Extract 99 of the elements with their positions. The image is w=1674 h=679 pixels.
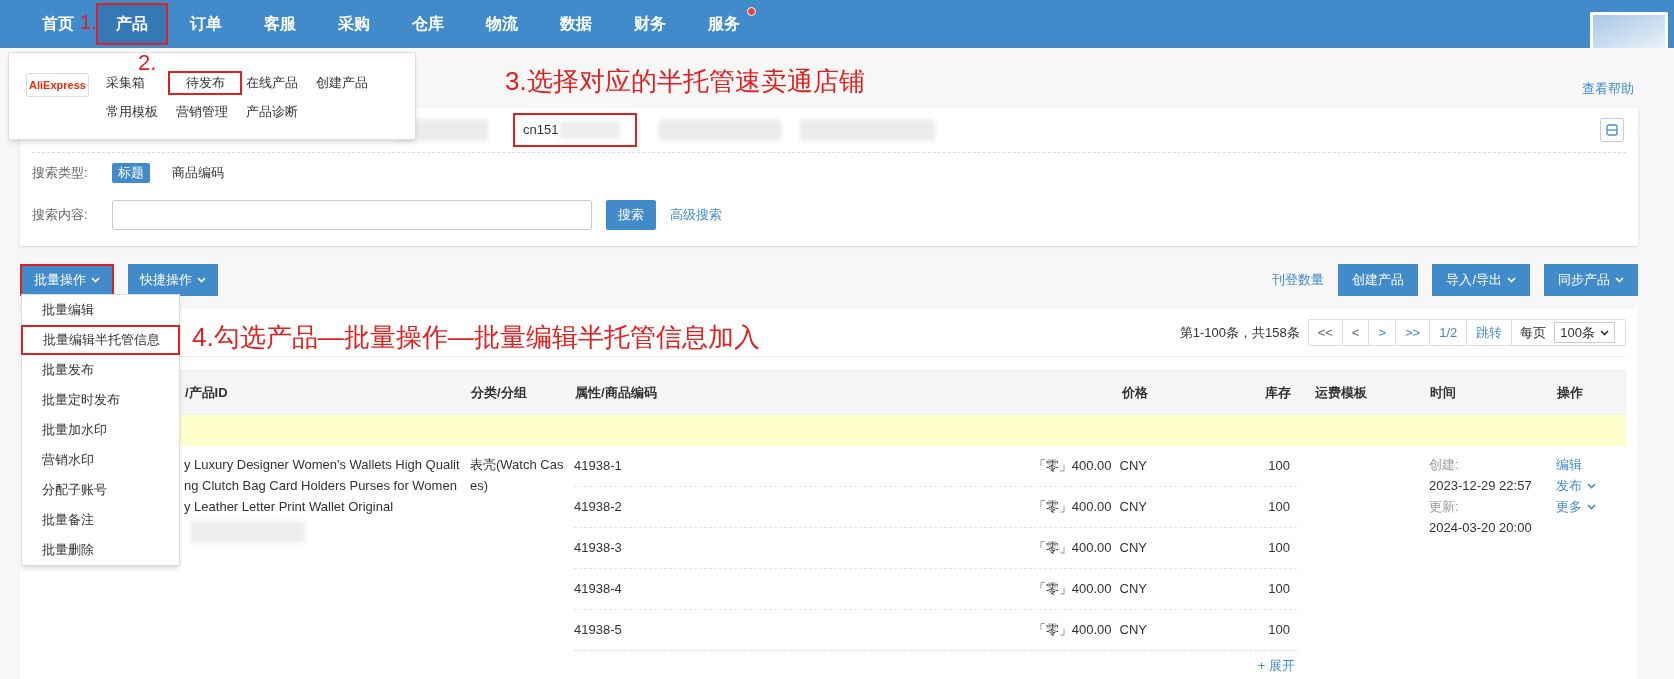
- menu-link[interactable]: 待发布: [170, 73, 240, 93]
- menu-item[interactable]: 批量备注: [22, 505, 179, 535]
- stock-value: 100: [1267, 498, 1291, 517]
- dropdown-button[interactable]: 同步产品: [1544, 264, 1638, 296]
- updated-label: 更新:: [1429, 498, 1460, 516]
- dropdown-button[interactable]: 批量操作: [20, 264, 114, 296]
- column-header: 分类/分组: [471, 383, 528, 402]
- search-type-label: 搜索类型:: [32, 164, 89, 183]
- variant-code: 41938-2: [574, 498, 623, 517]
- menu-item[interactable]: 批量编辑: [22, 295, 179, 325]
- menu-item[interactable]: 批量加水印: [22, 415, 179, 445]
- variant-code: 41938-4: [574, 580, 623, 599]
- product-title-line: ng Clutch Bag Card Holders Purses for Women: [184, 477, 458, 495]
- caret-icon: [91, 277, 100, 283]
- search-type-option[interactable]: 标题: [112, 163, 150, 183]
- search-field[interactable]: [112, 199, 592, 230]
- pagination-button[interactable]: >>: [1396, 320, 1431, 345]
- menu-item[interactable]: 分配子账号: [22, 475, 179, 505]
- search-content-label: 搜索内容:: [32, 205, 89, 224]
- nav-tab[interactable]: 首页: [36, 5, 80, 43]
- pagination-button[interactable]: >: [1369, 320, 1397, 345]
- column-header: 库存: [1264, 383, 1292, 402]
- price-value: 「零」400.00: [1032, 498, 1112, 517]
- dropdown-button[interactable]: 快捷操作: [128, 264, 218, 296]
- nav-tab[interactable]: 订单: [184, 5, 228, 43]
- annotation-text: 3.选择对应的半托管速卖通店铺: [505, 66, 865, 98]
- menu-link[interactable]: 产品诊断: [240, 102, 310, 122]
- column-header: 价格: [1120, 383, 1149, 402]
- currency-label: CNY: [1119, 539, 1147, 558]
- stock-value: 100: [1267, 580, 1291, 599]
- variant-code: 41938-3: [574, 539, 623, 558]
- column-header: 运费模板: [1314, 383, 1368, 402]
- pagination-button[interactable]: <<: [1308, 320, 1343, 345]
- nav-tab[interactable]: 仓库: [406, 5, 450, 43]
- nav-tab[interactable]: 采购: [332, 5, 376, 43]
- nav-tab[interactable]: 客服: [258, 5, 302, 43]
- collapse-button[interactable]: [1600, 118, 1624, 142]
- caret-icon: [197, 277, 206, 283]
- dropdown-button[interactable]: 导入/导出: [1432, 264, 1530, 296]
- advanced-search-link[interactable]: 高级搜索: [670, 204, 722, 225]
- stock-value: 100: [1267, 539, 1291, 558]
- nav-tab[interactable]: 服务: [702, 5, 746, 43]
- price-value: 「零」400.00: [1032, 621, 1112, 640]
- stock-value: 100: [1267, 621, 1291, 640]
- expand-link[interactable]: + 展开: [1257, 656, 1295, 676]
- category-cell-text: 表壳(Watch Cases): [470, 456, 565, 495]
- created-time: 2023-12-29 22:57: [1429, 477, 1533, 495]
- nav-tab[interactable]: 物流: [480, 5, 524, 43]
- menu-item[interactable]: 批量发布: [22, 355, 179, 385]
- pagination-button[interactable]: 跳转: [1467, 320, 1513, 345]
- annotation-text: 1.: [80, 10, 97, 34]
- create-product-button[interactable]: 创建产品: [1338, 264, 1419, 296]
- menu-link[interactable]: 营销管理: [170, 102, 240, 122]
- menu-item[interactable]: 营销水印: [22, 445, 179, 475]
- brand-logo: AliExpress: [26, 73, 89, 97]
- nav-tab[interactable]: 数据: [554, 5, 598, 43]
- column-header: 操作: [1557, 383, 1584, 402]
- menu-item[interactable]: 批量编辑半托管信息: [21, 325, 180, 355]
- menu-link[interactable]: 在线产品: [240, 73, 310, 93]
- menu-item[interactable]: 批量删除: [22, 535, 179, 565]
- caret-icon: [1600, 329, 1609, 336]
- variant-code: 41938-1: [574, 457, 623, 476]
- listing-count-link[interactable]: 刊登数量: [1272, 270, 1325, 290]
- nav-tab[interactable]: 产品: [98, 5, 166, 43]
- menu-link[interactable]: 创建产品: [310, 73, 380, 93]
- currency-label: CNY: [1119, 580, 1147, 599]
- price-value: 「零」400.00: [1032, 539, 1112, 558]
- variant-code: 41938-5: [574, 621, 623, 640]
- price-value: 「零」400.00: [1032, 580, 1112, 599]
- stock-value: 100: [1267, 457, 1291, 476]
- dropdown-link[interactable]: 发布: [1556, 475, 1596, 496]
- currency-label: CNY: [1119, 621, 1147, 640]
- product-title-line: y Leather Letter Print Wallet Original: [184, 498, 395, 516]
- updated-time: 2024-03-20 20:00: [1429, 519, 1533, 537]
- created-label: 创建:: [1429, 456, 1460, 474]
- pagination-button[interactable]: 1/2: [1430, 320, 1468, 345]
- pagination-button[interactable]: <: [1342, 320, 1370, 345]
- per-page-label: 每页: [1519, 323, 1548, 342]
- currency-label: CNY: [1119, 457, 1147, 476]
- search-type-option[interactable]: 商品编码: [166, 163, 230, 183]
- menu-item[interactable]: 批量定时发布: [22, 385, 179, 415]
- dropdown-link[interactable]: 更多: [1556, 496, 1596, 517]
- product-title-line: y Luxury Designer Women's Wallets High Qualit: [184, 456, 461, 474]
- menu-link[interactable]: 常用模板: [100, 102, 170, 122]
- nav-tab[interactable]: 财务: [628, 5, 672, 43]
- help-link[interactable]: 查看帮助: [1582, 78, 1634, 98]
- pagination-summary: 第1-100条，共158条: [1179, 323, 1300, 342]
- collapse-icon: [1606, 124, 1618, 136]
- store-tab[interactable]: cn151: [513, 113, 637, 147]
- price-value: 「零」400.00: [1032, 457, 1112, 476]
- avatar-placeholder[interactable]: [1590, 12, 1668, 48]
- edit-link[interactable]: 编辑: [1556, 454, 1582, 475]
- column-header: /产品ID: [185, 383, 229, 402]
- per-page-select[interactable]: 100条: [1554, 322, 1615, 343]
- search-button[interactable]: 搜索: [606, 199, 656, 230]
- column-header: 属性/商品编码: [575, 383, 658, 402]
- currency-label: CNY: [1119, 498, 1147, 517]
- annotation-text: 4.勾选产品—批量操作—批量编辑半托管信息加入: [192, 322, 760, 354]
- column-header: 时间: [1430, 383, 1457, 402]
